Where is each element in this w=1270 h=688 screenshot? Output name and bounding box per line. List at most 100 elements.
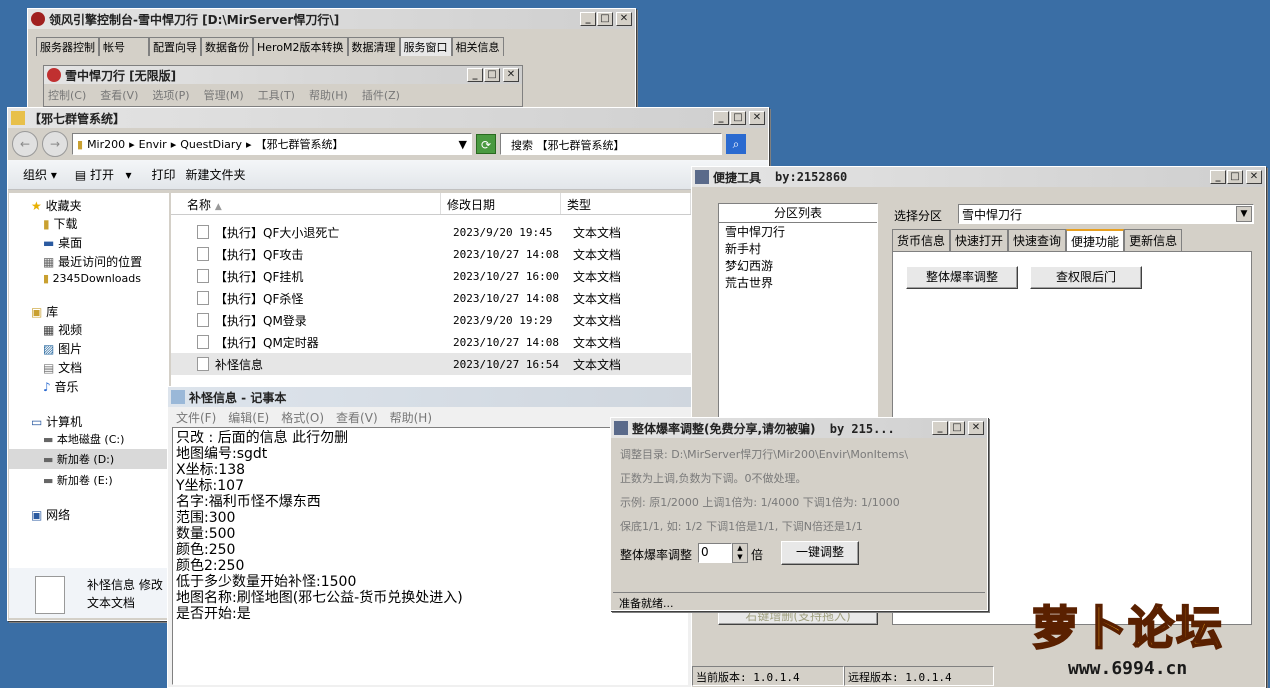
zone-item[interactable]: 梦幻西游: [719, 257, 877, 274]
tab-convenience[interactable]: 便捷功能: [1066, 229, 1125, 252]
organize-menu[interactable]: 组织 ▾: [23, 166, 57, 183]
adjust-spinner[interactable]: ▲ ▼: [732, 543, 748, 563]
tab-data-backup[interactable]: 数据备份: [201, 37, 253, 56]
file-row[interactable]: 补怪信息 2023/10/27 16:54 文本文档: [171, 353, 691, 375]
print-button[interactable]: 打印: [152, 166, 176, 183]
tab-quick-query[interactable]: 快速查询: [1008, 229, 1067, 252]
explorer-titlebar[interactable]: 【邪七群管系统】 _ □ ✕: [8, 108, 768, 128]
maximize-button[interactable]: □: [1227, 170, 1243, 184]
nav-item-desktop[interactable]: ▬ 桌面: [9, 232, 169, 251]
nav-item-pictures[interactable]: ▨ 图片: [9, 338, 169, 357]
tab-server-control[interactable]: 服务器控制: [36, 37, 99, 56]
tab-update-info[interactable]: 更新信息: [1124, 229, 1183, 252]
apply-button[interactable]: 一键调整: [781, 541, 859, 565]
refresh-button[interactable]: ⟳: [476, 134, 496, 154]
menu-options[interactable]: 选项(P): [152, 87, 189, 103]
nav-item-videos[interactable]: ▦ 视频: [9, 320, 169, 338]
nav-computer[interactable]: ▭ 计算机: [9, 395, 169, 430]
menu-view[interactable]: 查看(V): [336, 409, 378, 426]
menu-help[interactable]: 帮助(H): [309, 87, 348, 103]
nav-drive-d[interactable]: ▬ 新加卷 (D:): [9, 449, 169, 469]
file-row[interactable]: 【执行】QM登录 2023/9/20 19:29 文本文档: [171, 309, 691, 331]
nav-drive-e[interactable]: ▬ 新加卷 (E:): [9, 471, 169, 488]
tab-data-clean[interactable]: 数据清理: [347, 37, 400, 56]
minimize-button[interactable]: _: [932, 421, 948, 435]
inner-minimize-button[interactable]: _: [467, 68, 483, 82]
maximize-button[interactable]: □: [730, 111, 746, 125]
drop-rate-adjust-button[interactable]: 整体爆率调整: [906, 266, 1018, 289]
crumb-questdiary[interactable]: QuestDiary: [180, 138, 242, 151]
column-type[interactable]: 类型: [561, 193, 691, 214]
crumb-current[interactable]: 【邪七群管系统】: [256, 136, 344, 152]
close-button[interactable]: ✕: [749, 111, 765, 125]
maximize-button[interactable]: □: [949, 421, 965, 435]
tab-service-window[interactable]: 服务窗口: [399, 37, 452, 56]
chevron-down-icon[interactable]: ▼: [1236, 206, 1252, 222]
tab-config-wizard[interactable]: 配置向导: [149, 37, 201, 56]
menu-file[interactable]: 文件(F): [176, 409, 216, 426]
column-date[interactable]: 修改日期: [441, 193, 561, 214]
crumb-envir[interactable]: Envir: [139, 138, 167, 151]
open-menu[interactable]: ▤ 打开 ▾: [75, 166, 132, 183]
file-row[interactable]: 【执行】QF大小退死亡 2023/9/20 19:45 文本文档: [171, 221, 691, 243]
new-folder-button[interactable]: 新建文件夹: [186, 166, 246, 183]
menu-help[interactable]: 帮助(H): [390, 409, 432, 426]
minimize-button[interactable]: _: [1210, 170, 1226, 184]
dropdown-arrow-icon[interactable]: ▼: [459, 138, 467, 151]
minimize-button[interactable]: _: [713, 111, 729, 125]
inner-maximize-button[interactable]: □: [484, 68, 500, 82]
file-row[interactable]: 【执行】QF杀怪 2023/10/27 14:08 文本文档: [171, 287, 691, 309]
nav-drive-c[interactable]: ▬ 本地磁盘 (C:): [9, 430, 169, 447]
minimize-button[interactable]: _: [580, 12, 596, 26]
column-name[interactable]: 名称 ▲: [171, 193, 441, 214]
menu-manage[interactable]: 管理(M): [204, 87, 244, 103]
nav-item-documents[interactable]: ▤ 文档: [9, 357, 169, 376]
file-row[interactable]: 【执行】QF攻击 2023/10/27 14:08 文本文档: [171, 243, 691, 265]
close-button[interactable]: ✕: [1246, 170, 1262, 184]
tab-related-info[interactable]: 相关信息: [451, 37, 504, 56]
zone-select[interactable]: 雪中悍刀行 ▼: [958, 204, 1254, 224]
menu-control[interactable]: 控制(C): [48, 87, 86, 103]
file-date: 2023/10/27 14:08: [453, 247, 559, 261]
menu-view[interactable]: 查看(V): [100, 87, 138, 103]
dialog-titlebar[interactable]: 整体爆率调整(免费分享,请勿被骗) by 215... _ □ ✕: [611, 418, 987, 438]
nav-item-music[interactable]: ♪ 音乐: [9, 376, 169, 395]
file-row[interactable]: 【执行】QF挂机 2023/10/27 16:00 文本文档: [171, 265, 691, 287]
inner-close-button[interactable]: ✕: [503, 68, 519, 82]
nav-item-2345downloads[interactable]: ▮ 2345Downloads: [9, 270, 169, 285]
menu-tools[interactable]: 工具(T): [258, 87, 295, 103]
inner-titlebar[interactable]: 雪中悍刀行 [无限版] _ □ ✕: [44, 66, 522, 84]
command-bar: 组织 ▾ ▤ 打开 ▾ 打印 新建文件夹 ☷ ▾: [8, 160, 768, 190]
address-bar[interactable]: ▮ Mir200 ▸ Envir ▸ QuestDiary ▸ 【邪七群管系统】 ▼: [72, 133, 472, 155]
zone-item[interactable]: 荒古世界: [719, 274, 877, 291]
menu-format[interactable]: 格式(O): [281, 409, 324, 426]
tab-currency-info[interactable]: 货币信息: [892, 229, 951, 252]
tab-account[interactable]: 帐号: [99, 37, 149, 56]
menu-plugins[interactable]: 插件(Z): [362, 87, 400, 103]
nav-item-recent[interactable]: ▦ 最近访问的位置: [9, 251, 169, 270]
tool-titlebar[interactable]: 便捷工具 by:2152860 _ □ ✕: [692, 167, 1265, 187]
zone-item[interactable]: 新手村: [719, 240, 877, 257]
console-titlebar[interactable]: 领风引擎控制台-雪中悍刀行 [D:\MirServer悍刀行\] _ □ ✕: [28, 9, 635, 29]
back-button[interactable]: ←: [12, 131, 38, 157]
nav-item-downloads[interactable]: ▮ 下载: [9, 214, 169, 232]
zone-item[interactable]: 雪中悍刀行: [719, 223, 877, 240]
forward-button[interactable]: →: [42, 131, 68, 157]
search-icon[interactable]: ⌕: [726, 134, 746, 154]
menu-edit[interactable]: 编辑(E): [228, 409, 269, 426]
check-permission-button[interactable]: 查权限后门: [1030, 266, 1142, 289]
file-row[interactable]: 【执行】QM定时器 2023/10/27 14:08 文本文档: [171, 331, 691, 353]
status-bar: 准备就绪...: [613, 592, 985, 610]
nav-network[interactable]: ▣ 网络: [9, 488, 169, 523]
crumb-mir200[interactable]: Mir200: [87, 138, 125, 151]
tab-herom2-convert[interactable]: HeroM2版本转换: [253, 37, 348, 56]
adjust-input[interactable]: 0: [698, 543, 732, 563]
nav-libraries[interactable]: ▣ 库: [9, 285, 169, 320]
search-field[interactable]: 搜索 【邪七群管系统】: [500, 133, 722, 155]
maximize-button[interactable]: □: [597, 12, 613, 26]
notepad-titlebar[interactable]: 补怪信息 - 记事本: [168, 387, 695, 407]
close-button[interactable]: ✕: [616, 12, 632, 26]
tab-quick-open[interactable]: 快速打开: [950, 229, 1009, 252]
nav-favorites[interactable]: ★ 收藏夹: [9, 193, 169, 214]
close-button[interactable]: ✕: [968, 421, 984, 435]
